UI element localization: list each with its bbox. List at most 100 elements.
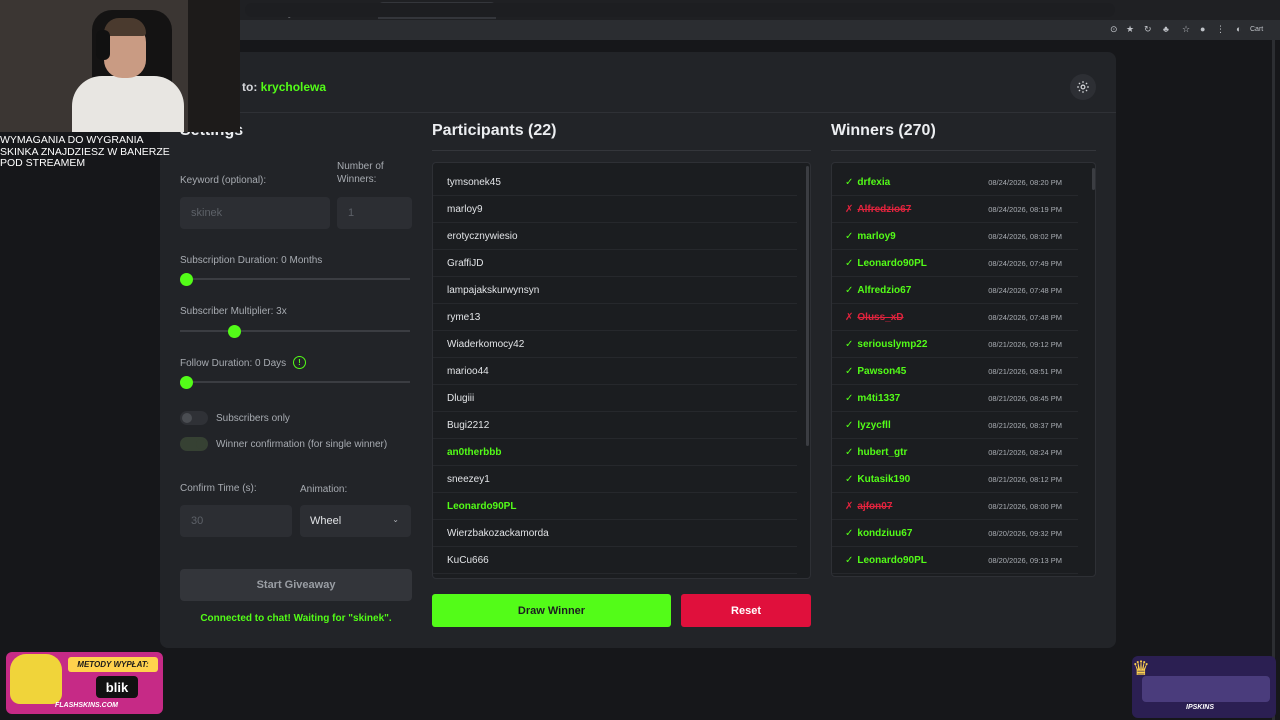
sub-multiplier-knob[interactable] — [228, 325, 241, 338]
winner-entry: ✓ seriouslymp22 — [845, 339, 927, 350]
puzzle-icon[interactable]: ♣ — [1163, 24, 1169, 34]
refresh-icon[interactable]: ↻ — [1144, 24, 1152, 35]
extension-icon[interactable]: ⊙ — [1110, 24, 1118, 35]
follow-duration-slider[interactable] — [180, 381, 410, 383]
cross-icon: ✗ — [845, 203, 854, 215]
draw-winner-button[interactable]: Draw Winner — [432, 594, 671, 627]
chevron-down-icon: ⌄ — [392, 515, 399, 524]
profile-icon[interactable]: ● — [1200, 24, 1205, 34]
winner-date: 08/24/2026, 07:49 PM — [988, 258, 1062, 268]
payout-methods-label: METODY WYPŁAT: — [68, 657, 158, 672]
winner-entry: ✓ Leonardo90PL — [845, 555, 927, 566]
winner-name: Oluss_xD — [857, 311, 904, 323]
winner-entry: ✓ marloy9 — [845, 231, 896, 242]
winner-date: 08/24/2026, 08:19 PM — [988, 204, 1062, 214]
channel-name: krycholewa — [260, 80, 327, 94]
participant-name: Wiaderkomocy42 — [447, 338, 525, 350]
participant-name: tymsonek45 — [447, 176, 501, 188]
check-icon: ✓ — [845, 365, 854, 377]
winner-row: ✓ Kutasik190 08/21/2026, 08:12 PM — [832, 466, 1078, 493]
info-icon[interactable]: ! — [293, 356, 306, 369]
winner-row: ✗ Alfredzio67 08/24/2026, 08:19 PM — [832, 196, 1078, 223]
participant-name: Wierzbakozackamorda — [447, 527, 549, 539]
check-icon: ✓ — [845, 284, 854, 296]
skins-strip — [1142, 676, 1270, 702]
winners-scrollbar[interactable] — [1092, 168, 1095, 190]
winner-entry: ✓ Kutasik190 — [845, 474, 910, 485]
page-scrollbar[interactable] — [1272, 40, 1275, 720]
bookmark-icon[interactable]: ☆ — [1182, 24, 1190, 35]
confirm-time-label: Confirm Time (s): — [180, 483, 257, 494]
start-giveaway-button[interactable]: Start Giveaway — [180, 569, 412, 601]
follow-duration-label: Follow Duration: 0 Days — [180, 358, 287, 369]
winner-date: 08/24/2026, 07:48 PM — [988, 312, 1062, 322]
winner-entry: ✓ drfexia — [845, 177, 890, 188]
winners-count-label: Number of Winners: — [337, 161, 384, 185]
participant-row: Wierzbakozackamorda — [433, 520, 797, 547]
requirements-overlay-text: WYMAGANIA DO WYGRANIA SKINKA ZNAJDZIESZ … — [0, 134, 170, 169]
payout-promo-banner: METODY WYPŁAT: blik FLASHSKINS.COM — [6, 652, 163, 714]
winner-row: ✓ kondziuu67 08/20/2026, 09:32 PM — [832, 520, 1078, 547]
winner-row: ✗ ajfon07 08/21/2026, 08:00 PM — [832, 493, 1078, 520]
participant-row: lampajakskurwynsyn — [433, 277, 797, 304]
blik-logo: blik — [96, 676, 138, 698]
winner-name: ajfon07 — [857, 500, 893, 512]
menu-icon[interactable]: ⋮ — [1216, 24, 1225, 35]
sub-duration-knob[interactable] — [180, 273, 193, 286]
winner-row: ✓ Pawson45 08/21/2026, 08:51 PM — [832, 358, 1078, 385]
winner-name: lyzycfll — [857, 419, 891, 431]
participant-row: tymsonek45 — [433, 169, 797, 196]
check-icon: ✓ — [845, 230, 854, 242]
participant-name: Dlugiii — [447, 392, 475, 404]
subscribers-only-label: Subscribers only — [216, 413, 290, 424]
chat-status: Connected to chat! Waiting for "skinek". — [200, 613, 392, 624]
participant-row: Leonardo90PL — [433, 493, 797, 520]
sub-multiplier-slider[interactable] — [180, 330, 410, 332]
participants-title: Participants (22) — [432, 122, 557, 139]
winners-count-input[interactable]: 1 — [337, 197, 412, 229]
participants-scrollbar[interactable] — [806, 166, 809, 446]
cart-icon[interactable]: ◐ — [1236, 24, 1241, 34]
mascot-icon — [10, 654, 62, 704]
sub-multiplier-label: Subscriber Multiplier: 3x — [180, 306, 287, 317]
reset-button[interactable]: Reset — [681, 594, 811, 627]
star-icon[interactable]: ★ — [1126, 24, 1134, 35]
participant-row: Dlugiii — [433, 385, 797, 412]
keyword-label: Keyword (optional): — [180, 175, 267, 186]
follow-duration-knob[interactable] — [180, 376, 193, 389]
participant-name: erotycznywiesio — [447, 230, 518, 242]
winner-entry: ✗ Alfredzio67 — [845, 204, 911, 215]
sub-duration-slider[interactable] — [180, 278, 410, 280]
participant-row: Bugi2212 — [433, 412, 797, 439]
promo-site-label: FLASHSKINS.COM — [55, 702, 118, 709]
confirm-time-input[interactable]: 30 — [180, 505, 292, 537]
cross-icon: ✗ — [845, 311, 854, 323]
winner-entry: ✓ kondziuu67 — [845, 528, 912, 539]
winner-row: ✓ Alfredzio67 08/24/2026, 07:48 PM — [832, 277, 1078, 304]
animation-select[interactable]: Wheel ⌄ — [300, 505, 411, 537]
promo-brand-label: IPSKINS — [1186, 704, 1215, 711]
subscribers-only-toggle[interactable] — [180, 411, 208, 425]
winner-row: ✓ marloy9 08/24/2026, 08:02 PM — [832, 223, 1078, 250]
check-icon: ✓ — [845, 473, 854, 485]
cart-label[interactable]: Cart — [1250, 26, 1263, 33]
check-icon: ✓ — [845, 527, 854, 539]
winner-entry: ✓ lyzycfll — [845, 420, 891, 431]
winner-date: 08/24/2026, 08:20 PM — [988, 177, 1062, 187]
webcam-overlay — [0, 0, 240, 132]
gear-icon[interactable] — [1070, 74, 1096, 100]
keyword-input[interactable]: skinek — [180, 197, 330, 229]
winners-title: Winners (270) — [831, 122, 936, 139]
winner-date: 08/21/2026, 08:00 PM — [988, 501, 1062, 511]
participant-name: an0therbbb — [447, 446, 502, 458]
winner-name: Alfredzio67 — [857, 284, 912, 296]
winner-date: 08/21/2026, 09:12 PM — [988, 339, 1062, 349]
participant-row: erotycznywiesio — [433, 223, 797, 250]
sub-duration-label: Subscription Duration: 0 Months — [180, 255, 323, 266]
url-field[interactable] — [245, 3, 1115, 17]
winner-row: ✓ Leonardo90PL 08/24/2026, 07:49 PM — [832, 250, 1078, 277]
check-icon: ✓ — [845, 392, 854, 404]
confirmation-toggle[interactable] — [180, 437, 208, 451]
participant-name: marioo44 — [447, 365, 489, 377]
participant-name: KuCu666 — [447, 554, 489, 566]
